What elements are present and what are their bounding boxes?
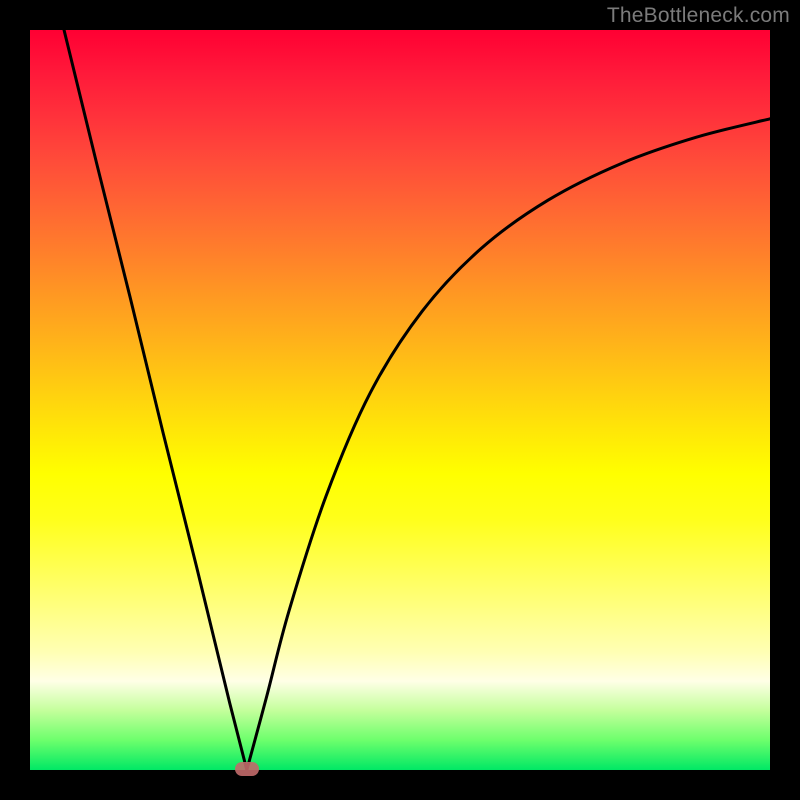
chart-plot-area xyxy=(30,30,770,770)
chart-frame: TheBottleneck.com xyxy=(0,0,800,800)
chart-curve-svg xyxy=(30,30,770,770)
min-marker-pill xyxy=(235,762,259,776)
watermark-text: TheBottleneck.com xyxy=(607,4,790,28)
chart-curve xyxy=(64,30,770,770)
